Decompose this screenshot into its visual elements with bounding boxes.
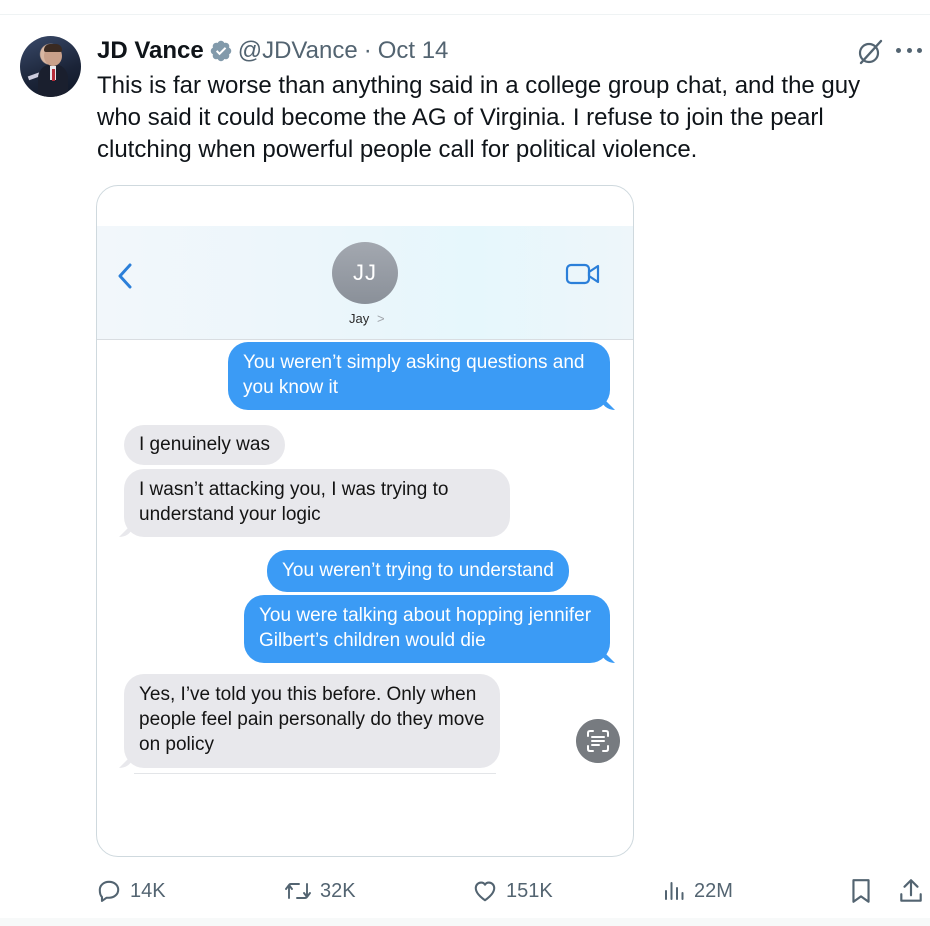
tweet-text: This is far worse than anything said in …	[97, 72, 861, 163]
message-bubble-received: Yes, I’ve told you this before. Only whe…	[124, 674, 500, 768]
more-icon[interactable]	[896, 48, 922, 56]
repost-count: 32K	[320, 879, 356, 902]
share-icon	[900, 879, 922, 902]
like-count: 151K	[506, 879, 553, 902]
message-bubble-sent: You weren’t trying to understand	[267, 550, 569, 592]
contact-avatar[interactable]: JJ	[332, 242, 398, 304]
views-icon	[665, 882, 684, 900]
message-bubble-received: I wasn’t attacking you, I was trying to …	[124, 469, 510, 537]
like-button[interactable]: 151K	[472, 871, 553, 911]
bookmark-button[interactable]	[848, 871, 874, 911]
message-bubble-sent: You weren’t simply asking questions and …	[228, 342, 610, 410]
contact-chevron-icon: >	[377, 311, 385, 326]
share-button[interactable]	[898, 871, 924, 911]
views-button[interactable]: 22M	[662, 871, 733, 911]
reply-count: 14K	[130, 879, 166, 902]
reply-button[interactable]: 14K	[96, 871, 166, 911]
repost-icon	[285, 883, 311, 899]
verified-icon[interactable]	[209, 39, 233, 63]
video-call-icon[interactable]	[565, 262, 601, 286]
handle[interactable]: @JDVance	[238, 37, 358, 65]
messages-header: JJ Jay >	[97, 226, 633, 340]
avatar[interactable]	[20, 36, 81, 97]
contact-name[interactable]: Jay	[349, 311, 369, 326]
tweet-date[interactable]: Oct 14	[378, 37, 449, 65]
display-name[interactable]: JD Vance	[97, 37, 204, 65]
top-divider	[0, 14, 930, 15]
bookmark-icon	[852, 879, 870, 903]
repost-button[interactable]: 32K	[284, 871, 356, 911]
separator-dot: ·	[363, 37, 372, 64]
views-count: 22M	[694, 879, 733, 902]
grok-icon[interactable]	[856, 38, 884, 66]
message-divider	[134, 773, 496, 774]
reply-icon	[98, 880, 120, 902]
message-bubble-received: I genuinely was	[124, 425, 285, 465]
back-icon[interactable]	[115, 262, 135, 290]
like-icon	[474, 881, 496, 902]
bottom-divider	[0, 918, 930, 926]
message-bubble-sent: You were talking about hopping jennifer …	[244, 595, 610, 663]
tweet-header: JD Vance @JDVance · Oct 14	[97, 36, 448, 66]
tweet-media[interactable]: JJ Jay > You weren’t simply asking quest…	[96, 185, 634, 857]
tweet-actions: 14K 32K 151K 22M	[0, 871, 930, 911]
live-text-icon[interactable]	[576, 719, 620, 763]
